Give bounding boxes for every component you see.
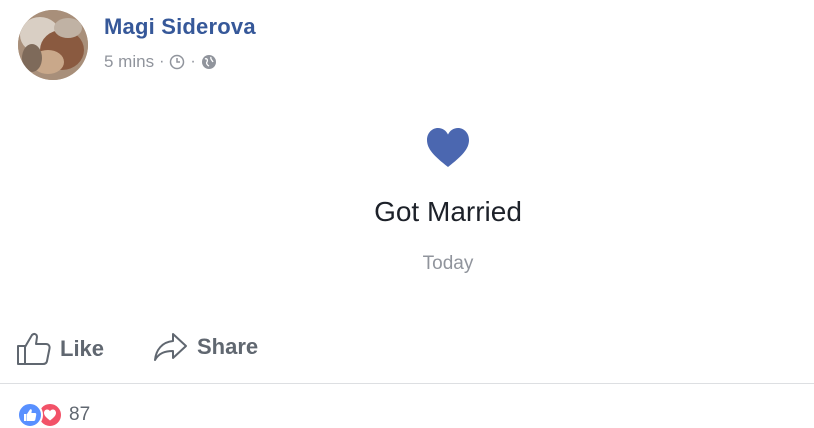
separator: · (190, 53, 196, 70)
globe-icon[interactable] (201, 54, 217, 70)
separator: · (159, 53, 165, 70)
share-label: Share (197, 334, 259, 359)
life-event-date: Today (422, 253, 474, 274)
thumbs-up-icon (17, 332, 51, 365)
author-name[interactable]: Magi Siderova (104, 14, 256, 40)
clock-icon (170, 54, 185, 70)
reactions-summary[interactable]: 87 (17, 402, 90, 428)
avatar-photo (18, 10, 88, 80)
like-button[interactable]: Like (16, 332, 104, 366)
heart-icon (427, 128, 469, 167)
like-label: Like (60, 336, 105, 361)
like-reaction-icon (17, 402, 43, 428)
share-button[interactable]: Share (153, 332, 258, 362)
life-event-title: Got Married (374, 196, 522, 227)
reaction-count: 87 (69, 404, 91, 425)
post-timestamp[interactable]: 5 mins (104, 52, 154, 72)
post-meta: 5 mins · · (104, 52, 217, 72)
avatar[interactable] (18, 10, 88, 80)
divider (0, 383, 814, 384)
share-arrow-icon (154, 333, 187, 361)
